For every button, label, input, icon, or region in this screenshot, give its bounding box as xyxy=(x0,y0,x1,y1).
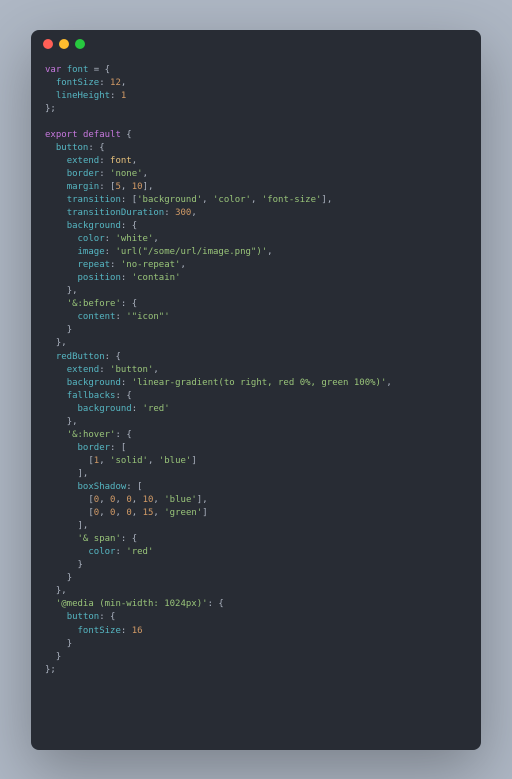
fallback-bg: 'red' xyxy=(143,404,170,414)
window-titlebar xyxy=(31,30,481,58)
bg-repeat: 'no-repeat' xyxy=(121,260,181,270)
bg-color: 'white' xyxy=(115,234,153,244)
code-window: var font = { fontSize: 12, lineHeight: 1… xyxy=(31,30,481,750)
transition-duration: 300 xyxy=(175,208,191,218)
transition-2: 'font-size' xyxy=(262,195,322,205)
hover-border-2: 'blue' xyxy=(159,456,192,466)
bs1-3: 15 xyxy=(143,508,154,518)
bs0-4: 'blue' xyxy=(164,495,197,505)
before-content: '"icon"' xyxy=(126,312,169,322)
button-border: 'none' xyxy=(110,169,143,179)
transition-0: 'background' xyxy=(137,195,202,205)
minimize-icon[interactable] xyxy=(59,39,69,49)
redbutton-extend: 'button' xyxy=(110,365,153,375)
media-fontsize: 16 xyxy=(132,626,143,636)
span-color: 'red' xyxy=(126,547,153,557)
maximize-icon[interactable] xyxy=(75,39,85,49)
bs0-3: 10 xyxy=(143,495,154,505)
transition-1: 'color' xyxy=(213,195,251,205)
bs1-4: 'green' xyxy=(164,508,202,518)
bg-image: 'url("/some/url/image.png")' xyxy=(115,247,267,257)
code-block: var font = { fontSize: 12, lineHeight: 1… xyxy=(31,58,481,683)
hover-border-1: 'solid' xyxy=(110,456,148,466)
button-extend: font xyxy=(110,156,132,166)
font-size-value: 12 xyxy=(110,78,121,88)
bg-position: 'contain' xyxy=(132,273,181,283)
close-icon[interactable] xyxy=(43,39,53,49)
redbutton-bg: 'linear-gradient(to right, red 0%, green… xyxy=(132,378,387,388)
line-height-value: 1 xyxy=(121,91,126,101)
margin-1: 10 xyxy=(132,182,143,192)
